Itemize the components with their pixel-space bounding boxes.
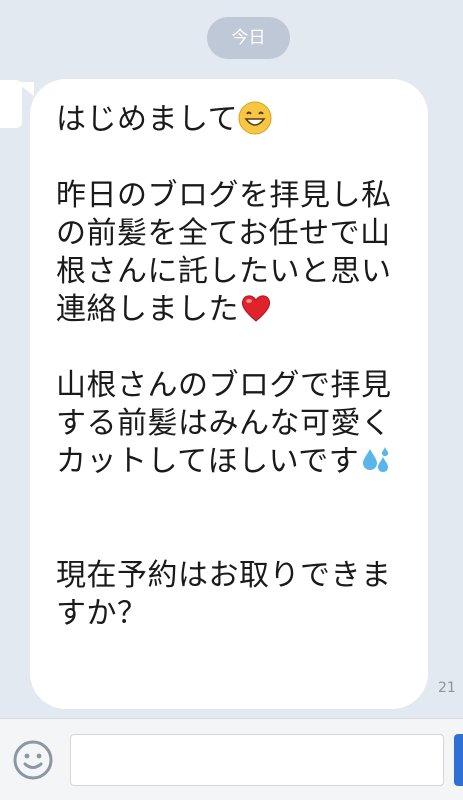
message-text-1: はじめまして — [56, 102, 239, 137]
red-heart-emoji-icon — [241, 295, 271, 322]
message-spacer — [56, 139, 404, 177]
grinning-face-emoji-icon — [238, 101, 272, 135]
message-text-4: 現在予約はお取りできますか？ — [56, 558, 392, 631]
send-button[interactable] — [454, 734, 463, 786]
bubble-tail — [16, 82, 34, 96]
sweat-droplets-emoji-icon — [363, 447, 389, 472]
message-spacer — [56, 519, 404, 557]
message-input[interactable] — [70, 734, 444, 786]
message-spacer — [56, 329, 404, 367]
message-text-2: 昨日のブログを拝見し私の前髪を全てお任せで山根さんに託したいと思い連絡しました — [56, 178, 392, 327]
message-paragraph-4: 現在予約はお取りできますか？ — [56, 557, 404, 633]
message-paragraph-3: 山根さんのブログで拝見する前髪はみんな可愛くカットしてほしいです — [56, 367, 404, 481]
smiley-icon[interactable] — [12, 739, 54, 781]
message-paragraph-2: 昨日のブログを拝見し私の前髪を全てお任せで山根さんに託したいと思い連絡しました — [56, 177, 404, 329]
message-bubble[interactable]: はじめまして 昨日のブログを拝見し私の前髪を全てお任せで山根さんに託したいと思い… — [30, 79, 428, 709]
message-spacer — [56, 481, 404, 519]
input-bar — [0, 718, 463, 800]
message-timestamp: 21 — [438, 680, 456, 696]
message-text-3: 山根さんのブログで拝見する前髪はみんな可愛くカットしてほしいです — [56, 368, 392, 479]
message-paragraph-1: はじめまして — [56, 101, 404, 139]
chat-screen: 今日 はじめまして 昨日のブログを拝見し私の前髪を全てお任せで山根さんに託したい… — [0, 0, 463, 800]
date-separator: 今日 — [207, 17, 290, 59]
